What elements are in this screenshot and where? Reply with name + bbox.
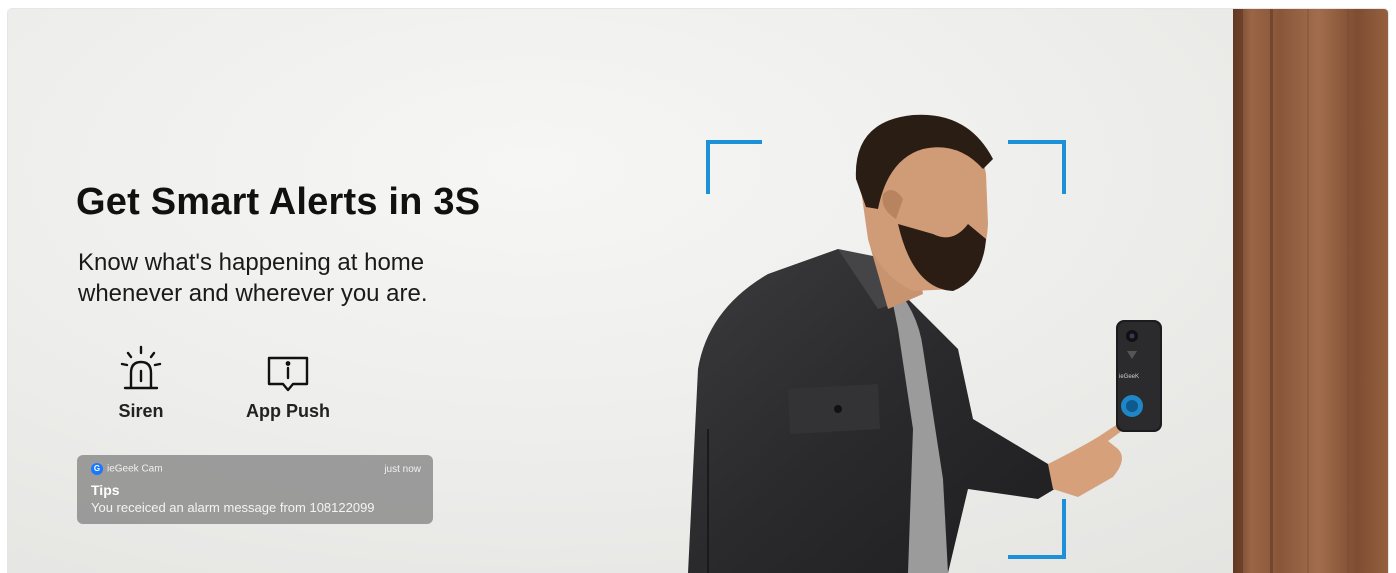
feature-app-push: App Push bbox=[240, 345, 336, 422]
notification-message: You receiced an alarm message from 10812… bbox=[91, 500, 375, 515]
feature-siren-label: Siren bbox=[118, 401, 164, 421]
subline: Know what's happening at home whenever a… bbox=[78, 249, 428, 307]
person bbox=[688, 114, 1139, 573]
frame-corner-top-right bbox=[1008, 140, 1066, 194]
headline: Get Smart Alerts in 3S bbox=[76, 181, 481, 223]
notification-app-name: ieGeek Cam bbox=[107, 463, 163, 475]
door-frame bbox=[1233, 9, 1388, 573]
app-push-icon bbox=[267, 356, 309, 392]
smart-alerts-banner: ieGeeK Get Smart Alerts in 3S Know what'… bbox=[8, 9, 1388, 573]
feature-app-push-label: App Push bbox=[246, 401, 330, 421]
feature-siren: Siren bbox=[111, 345, 171, 422]
frame-corner-top-left bbox=[706, 140, 762, 194]
doorbell-brand: ieGeeK bbox=[1119, 374, 1139, 380]
frame-corner-bottom-right bbox=[1008, 499, 1066, 559]
notification-header: GieGeek Cam just now bbox=[91, 463, 421, 477]
siren-icon bbox=[120, 345, 162, 390]
notification-title: Tips bbox=[91, 482, 120, 498]
push-notification: GieGeek Cam just now Tips You receiced a… bbox=[77, 455, 433, 524]
notification-time: just now bbox=[384, 464, 421, 475]
app-icon: G bbox=[91, 463, 103, 475]
video-doorbell: ieGeeK bbox=[1116, 320, 1162, 432]
